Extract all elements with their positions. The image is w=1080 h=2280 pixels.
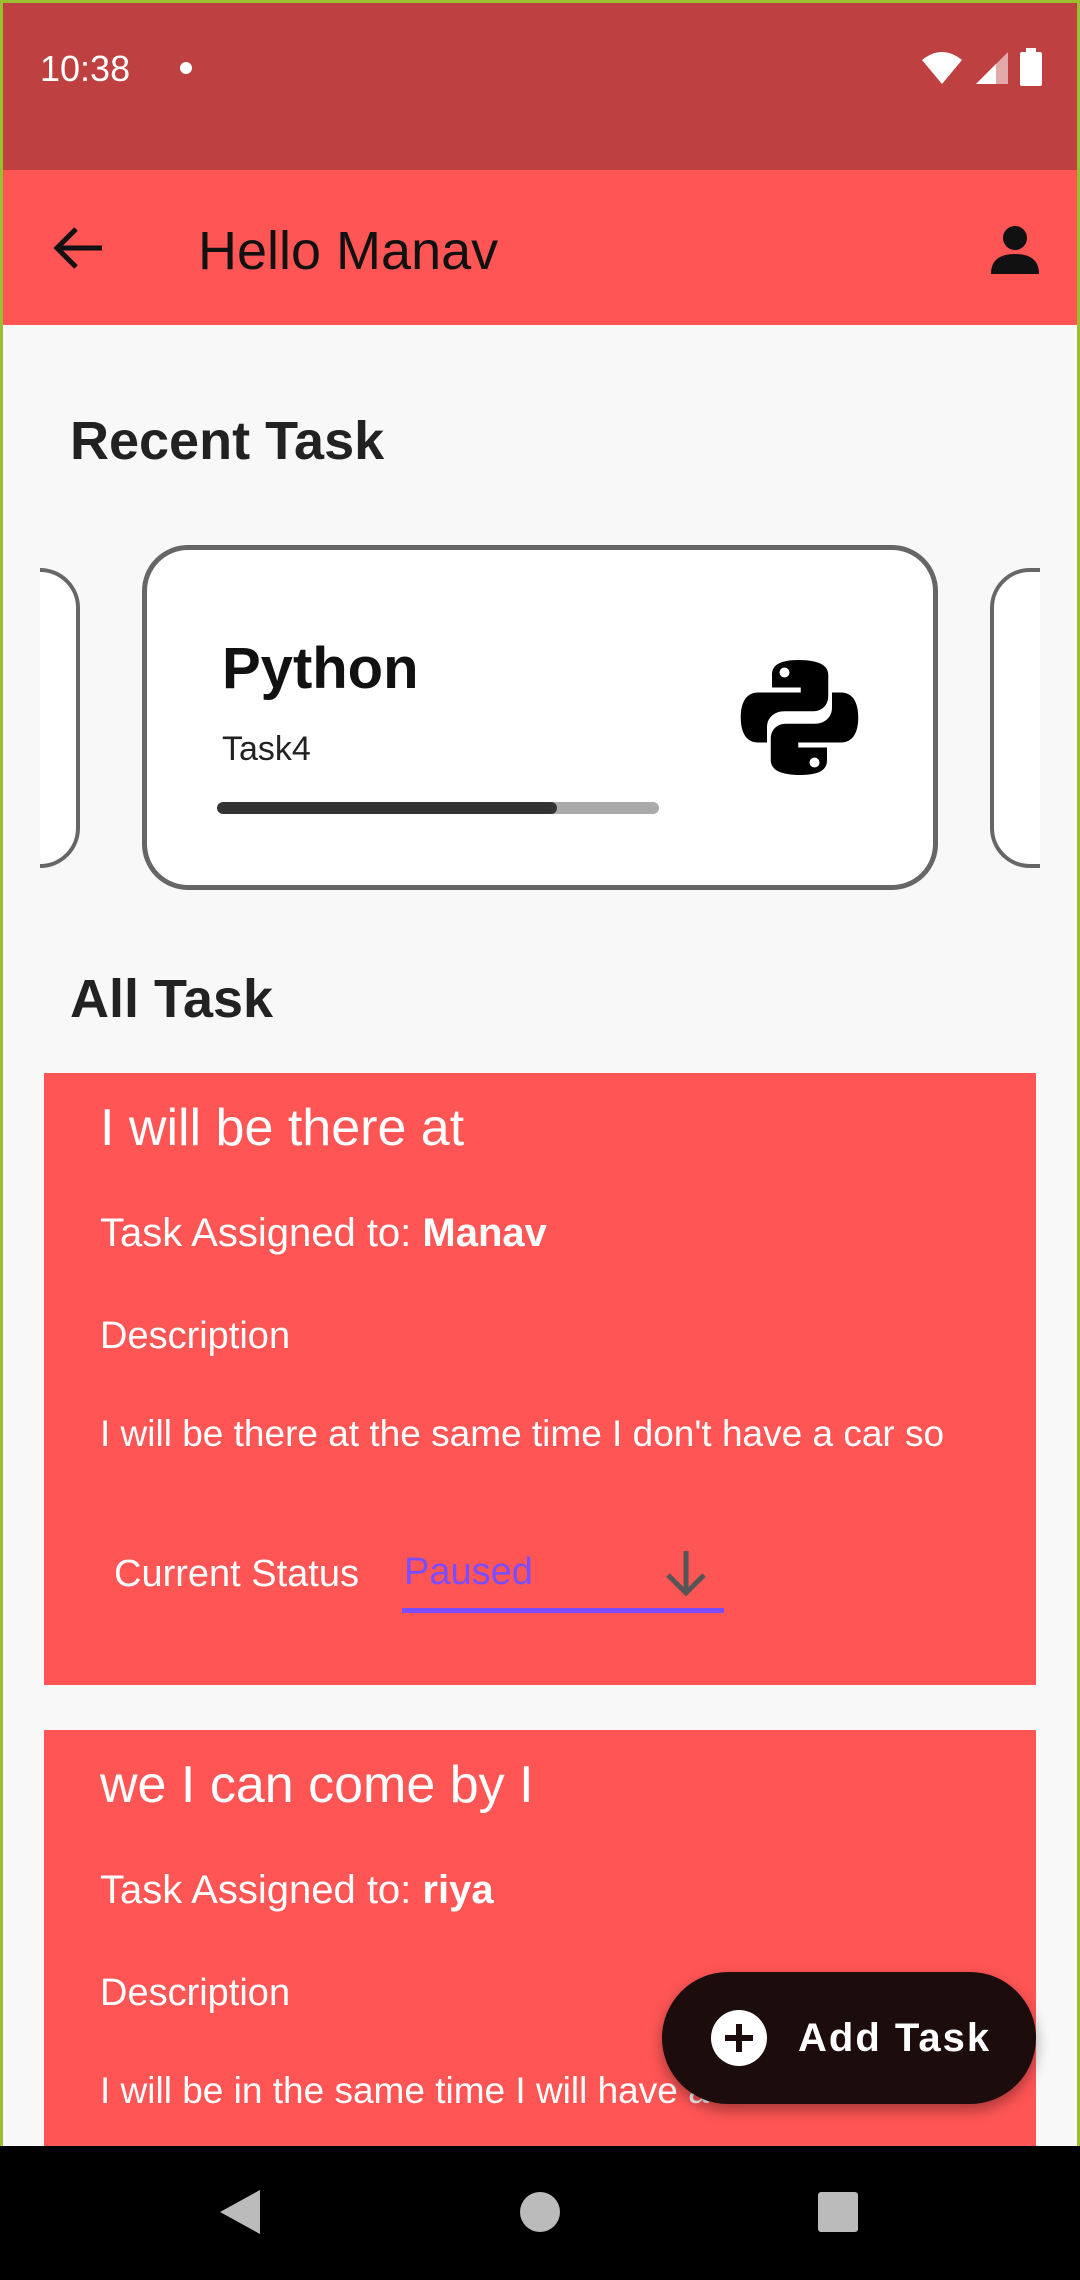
python-logo-icon [740, 660, 859, 775]
add-task-label: Add Task [798, 2015, 992, 2060]
task-description-label: Description [100, 1315, 291, 1357]
add-task-button[interactable]: Add Task [662, 1972, 1036, 2104]
task-assignee: Manav [422, 1211, 547, 1255]
recent-task-card-prev[interactable] [40, 568, 80, 868]
task-assigned: Task Assigned to: riya [100, 1868, 494, 1913]
recent-task-heading: Recent Task [70, 411, 385, 471]
recent-task-progress [217, 802, 659, 814]
status-dropdown[interactable]: Paused [402, 1543, 724, 1613]
status-time: 10:38 [40, 48, 131, 89]
signal-icon [976, 52, 1008, 84]
recent-task-card-next[interactable] [990, 568, 1040, 868]
nav-recents-icon [818, 2192, 858, 2232]
status-bar: 10:38 [0, 0, 1080, 170]
task-title: we I can come by I [100, 1756, 534, 1814]
task-description-label: Description [100, 1972, 291, 2014]
recent-task-title: Python [222, 636, 419, 701]
system-nav-bar [0, 2146, 1080, 2280]
task-assigned-prefix: Task Assigned to: [100, 1211, 423, 1255]
recent-task-card[interactable]: Python Task4 [142, 545, 938, 890]
arrow-down-icon [666, 1551, 706, 1597]
all-task-heading: All Task [70, 969, 274, 1029]
back-button[interactable] [48, 218, 108, 278]
nav-back-icon [220, 2190, 260, 2234]
status-dropdown-value: Paused [404, 1551, 533, 1593]
task-title: I will be there at [100, 1099, 465, 1157]
app-title: Hello Manav [198, 221, 499, 281]
task-description: I will be there at the same time I don't… [100, 1413, 945, 1454]
recent-task-carousel[interactable]: Python Task4 [40, 540, 1040, 900]
task-card[interactable]: I will be there at Task Assigned to: Man… [44, 1073, 1036, 1685]
app-bar: Hello Manav [0, 170, 1080, 325]
recent-task-subtitle: Task4 [222, 730, 311, 768]
plus-circle-icon [711, 2010, 767, 2066]
wifi-icon [922, 52, 962, 84]
arrow-back-icon [53, 227, 102, 269]
task-assignee: riya [422, 1868, 494, 1912]
nav-recents-button[interactable] [808, 2182, 868, 2242]
task-assigned-prefix: Task Assigned to: [100, 1868, 423, 1912]
current-status-label: Current Status [114, 1553, 359, 1595]
nav-home-button[interactable] [510, 2182, 570, 2242]
battery-icon [1020, 48, 1042, 86]
nav-back-button[interactable] [210, 2182, 270, 2242]
task-assigned: Task Assigned to: Manav [100, 1211, 547, 1256]
recent-task-progress-fill [217, 802, 558, 814]
notification-dot-icon [180, 62, 192, 74]
profile-button[interactable] [980, 214, 1050, 284]
status-icons [920, 48, 1042, 86]
nav-home-icon [520, 2192, 560, 2232]
person-icon [991, 226, 1039, 274]
